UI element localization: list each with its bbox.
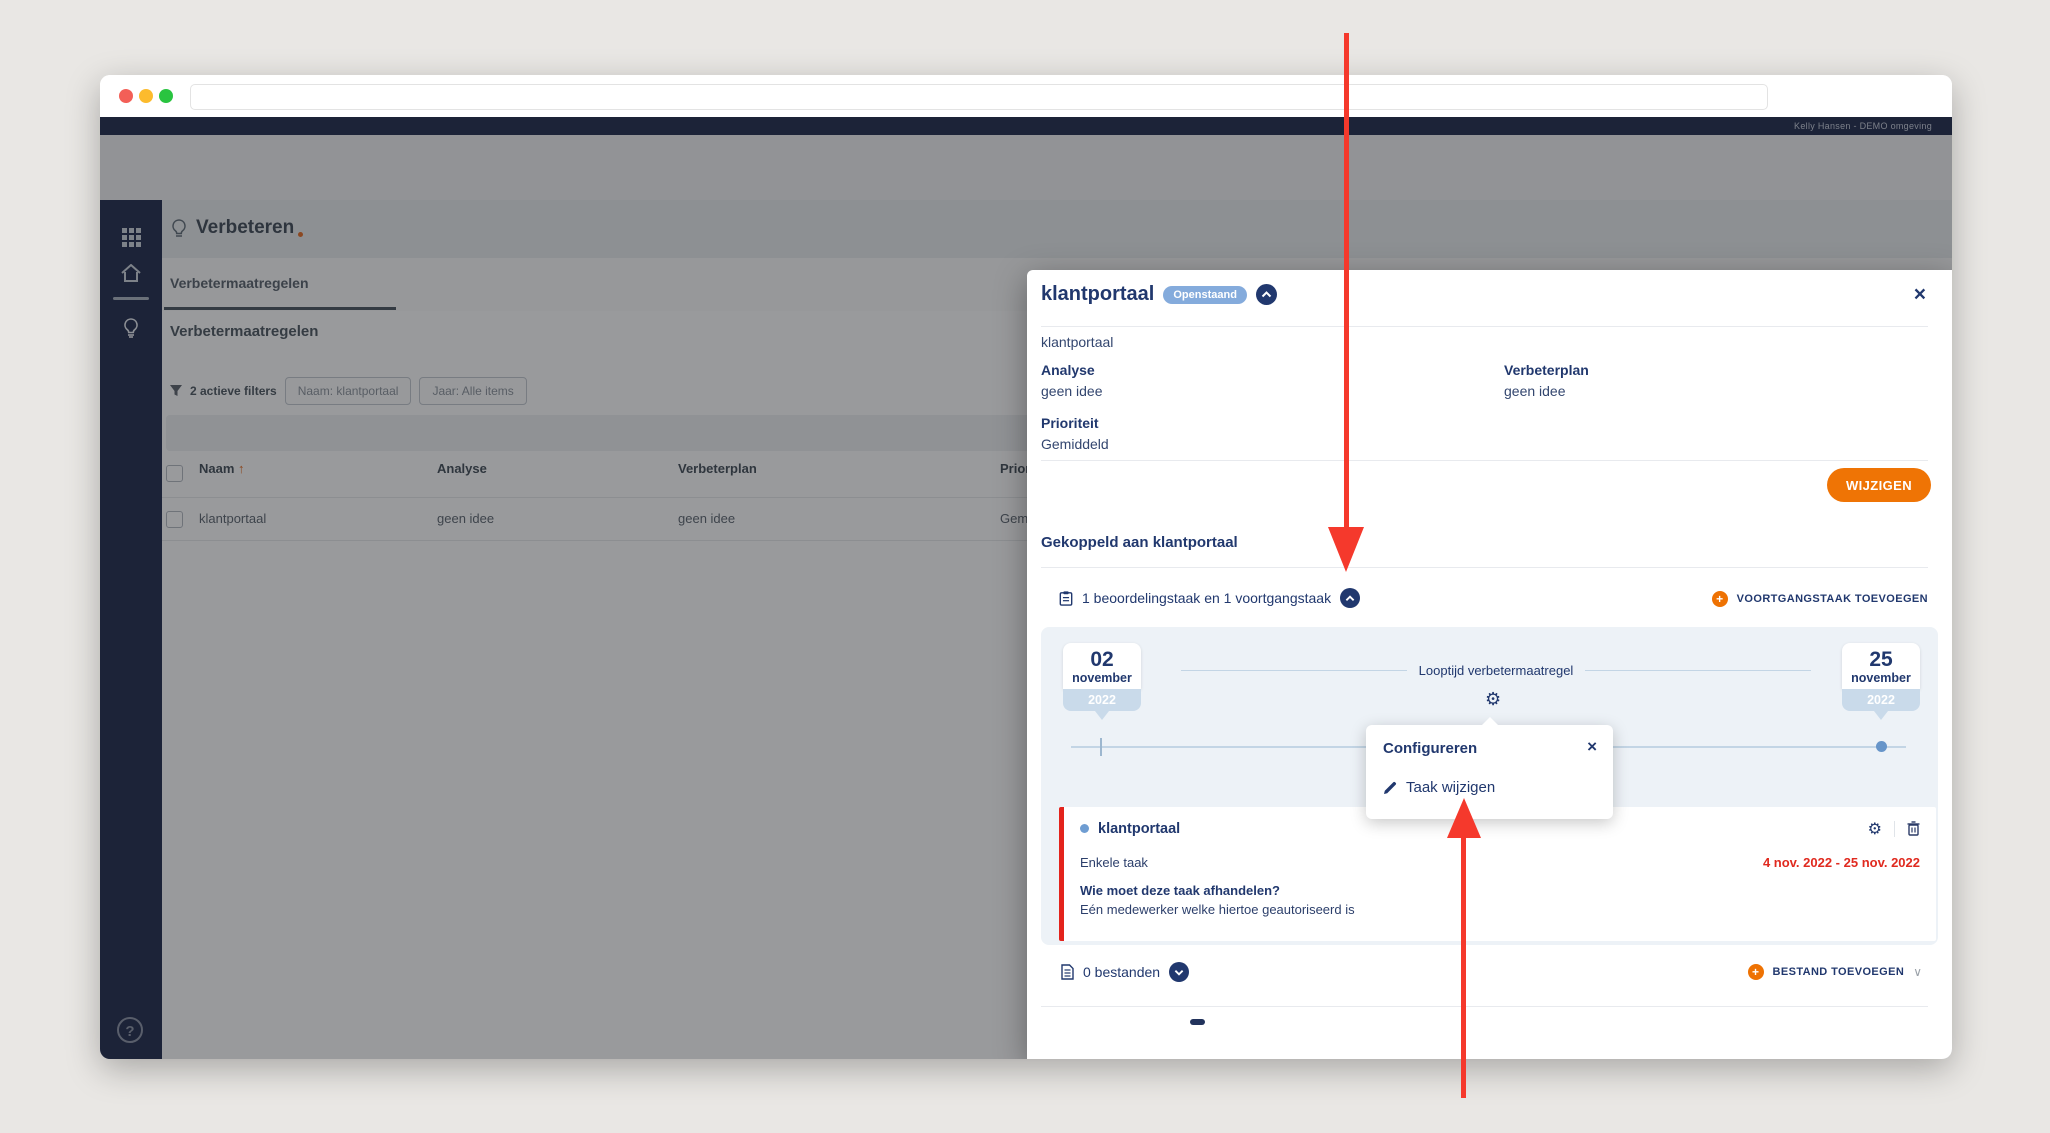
timeline-end-marker: 25 november 2022 [1842, 643, 1920, 721]
traffic-light-zoom[interactable] [159, 89, 173, 103]
browser-window: Kelly Hansen - DEMO omgeving EQUSE Verbe… [100, 75, 1952, 1059]
start-year: 2022 [1063, 689, 1141, 712]
annotation-arrow-down-head [1328, 527, 1364, 572]
marker-pointer [1095, 711, 1109, 721]
add-progress-task-button[interactable]: + VOORTGANGSTAAK TOEVOEGEN [1711, 591, 1928, 607]
task-delete-icon[interactable] [1907, 821, 1920, 836]
browser-chrome [100, 75, 1952, 118]
field-value-analyse: geen idee [1041, 383, 1103, 399]
task-card[interactable]: klantportaal ⚙ Enkele taak 4 nov. 2022 -… [1059, 807, 1936, 941]
detail-modal: klantportaal Openstaand × klantportaal A… [1027, 270, 1952, 1059]
files-collapse-chevron-down-icon[interactable] [1169, 962, 1190, 982]
divider [1041, 326, 1928, 327]
edit-task-label: Taak wijzigen [1406, 779, 1496, 796]
modal-title: klantportaal [1041, 283, 1155, 305]
status-badge: Openstaand [1163, 285, 1247, 304]
wijzigen-button[interactable]: WIJZIGEN [1826, 468, 1931, 502]
document-icon [1061, 964, 1074, 980]
annotation-arrow-up-shaft [1461, 837, 1466, 1098]
marker-pointer [1874, 711, 1888, 721]
linked-section-heading: Gekoppeld aan klantportaal [1041, 534, 1238, 551]
files-count-label: 0 bestanden [1083, 964, 1161, 980]
task-answer: Eén medewerker welke hiertoe geautorisee… [1080, 902, 1355, 917]
modal-close-icon[interactable]: × [1914, 284, 1926, 305]
timeline-panel: 02 november 2022 25 november 2022 Loopti… [1041, 627, 1938, 945]
clipboard-icon [1059, 590, 1073, 607]
add-progress-task-label: VOORTGANGSTAAK TOEVOEGEN [1736, 593, 1928, 605]
popup-pointer [1481, 717, 1499, 726]
end-year: 2022 [1842, 689, 1920, 712]
screenshot-stage: Kelly Hansen - DEMO omgeving EQUSE Verbe… [0, 0, 2050, 1133]
start-month: november [1072, 671, 1132, 686]
start-day: 02 [1090, 648, 1114, 671]
field-value-prioriteit: Gemiddeld [1041, 436, 1109, 452]
modal-description: klantportaal [1041, 334, 1114, 350]
task-name: klantportaal [1098, 820, 1181, 837]
modal-header: klantportaal Openstaand [1041, 283, 1277, 306]
timeline-end-dot [1876, 741, 1887, 752]
timeline-label: Looptijd verbetermaatregel [1418, 663, 1574, 678]
divider [1041, 1006, 1928, 1007]
field-value-verbeterplan: geen idee [1504, 383, 1566, 399]
field-label-verbeterplan: Verbeterplan [1504, 362, 1589, 378]
end-day: 25 [1869, 648, 1893, 671]
tasks-collapse-chevron-up-icon[interactable] [1340, 588, 1361, 608]
popup-title: Configureren [1383, 740, 1478, 757]
popup-close-icon[interactable]: × [1587, 737, 1597, 757]
icon-divider [1894, 820, 1895, 837]
plus-icon: + [1711, 591, 1728, 607]
annotation-arrow-up-head [1447, 798, 1481, 838]
add-file-label: BESTAND TOEVOEGEN [1772, 966, 1905, 978]
task-status-dot [1080, 824, 1089, 833]
files-row: 0 bestanden [1061, 962, 1190, 982]
timeline-label-row: Looptijd verbetermaatregel [1181, 663, 1811, 678]
edit-task-menu-item[interactable]: Taak wijzigen [1383, 779, 1495, 796]
pencil-icon [1383, 781, 1397, 795]
tasks-summary-label: 1 beoordelingstaak en 1 voortgangstaak [1082, 590, 1332, 606]
traffic-light-close[interactable] [119, 89, 133, 103]
annotation-arrow-down-shaft [1344, 33, 1349, 528]
task-question: Wie moet deze taak afhandelen? [1080, 883, 1280, 898]
divider [1041, 460, 1928, 461]
divider [1041, 567, 1928, 568]
add-file-button[interactable]: + BESTAND TOEVOEGEN ∨ [1747, 964, 1922, 980]
field-label-analyse: Analyse [1041, 362, 1095, 378]
url-bar[interactable] [190, 84, 1768, 110]
task-dates: 4 nov. 2022 - 25 nov. 2022 [1762, 855, 1920, 870]
timeline-start-marker: 02 november 2022 [1063, 643, 1141, 721]
chevron-down-icon: ∨ [1913, 965, 1922, 979]
tasks-summary-row: 1 beoordelingstaak en 1 voortgangstaak [1059, 588, 1361, 608]
task-gear-icon[interactable]: ⚙ [1868, 819, 1882, 838]
traffic-light-minimize[interactable] [139, 89, 153, 103]
plus-icon: + [1747, 964, 1764, 980]
configure-popup: Configureren × Taak wijzigen [1366, 717, 1613, 819]
collapsed-section-indicator[interactable] [1190, 1019, 1205, 1025]
timeline-gear-icon[interactable]: ⚙ [1485, 689, 1501, 710]
timeline-start-tick [1100, 738, 1102, 756]
field-label-prioriteit: Prioriteit [1041, 415, 1099, 431]
end-month: november [1851, 671, 1911, 686]
collapse-chevron-up-icon[interactable] [1255, 284, 1277, 305]
task-type: Enkele taak [1080, 855, 1148, 870]
